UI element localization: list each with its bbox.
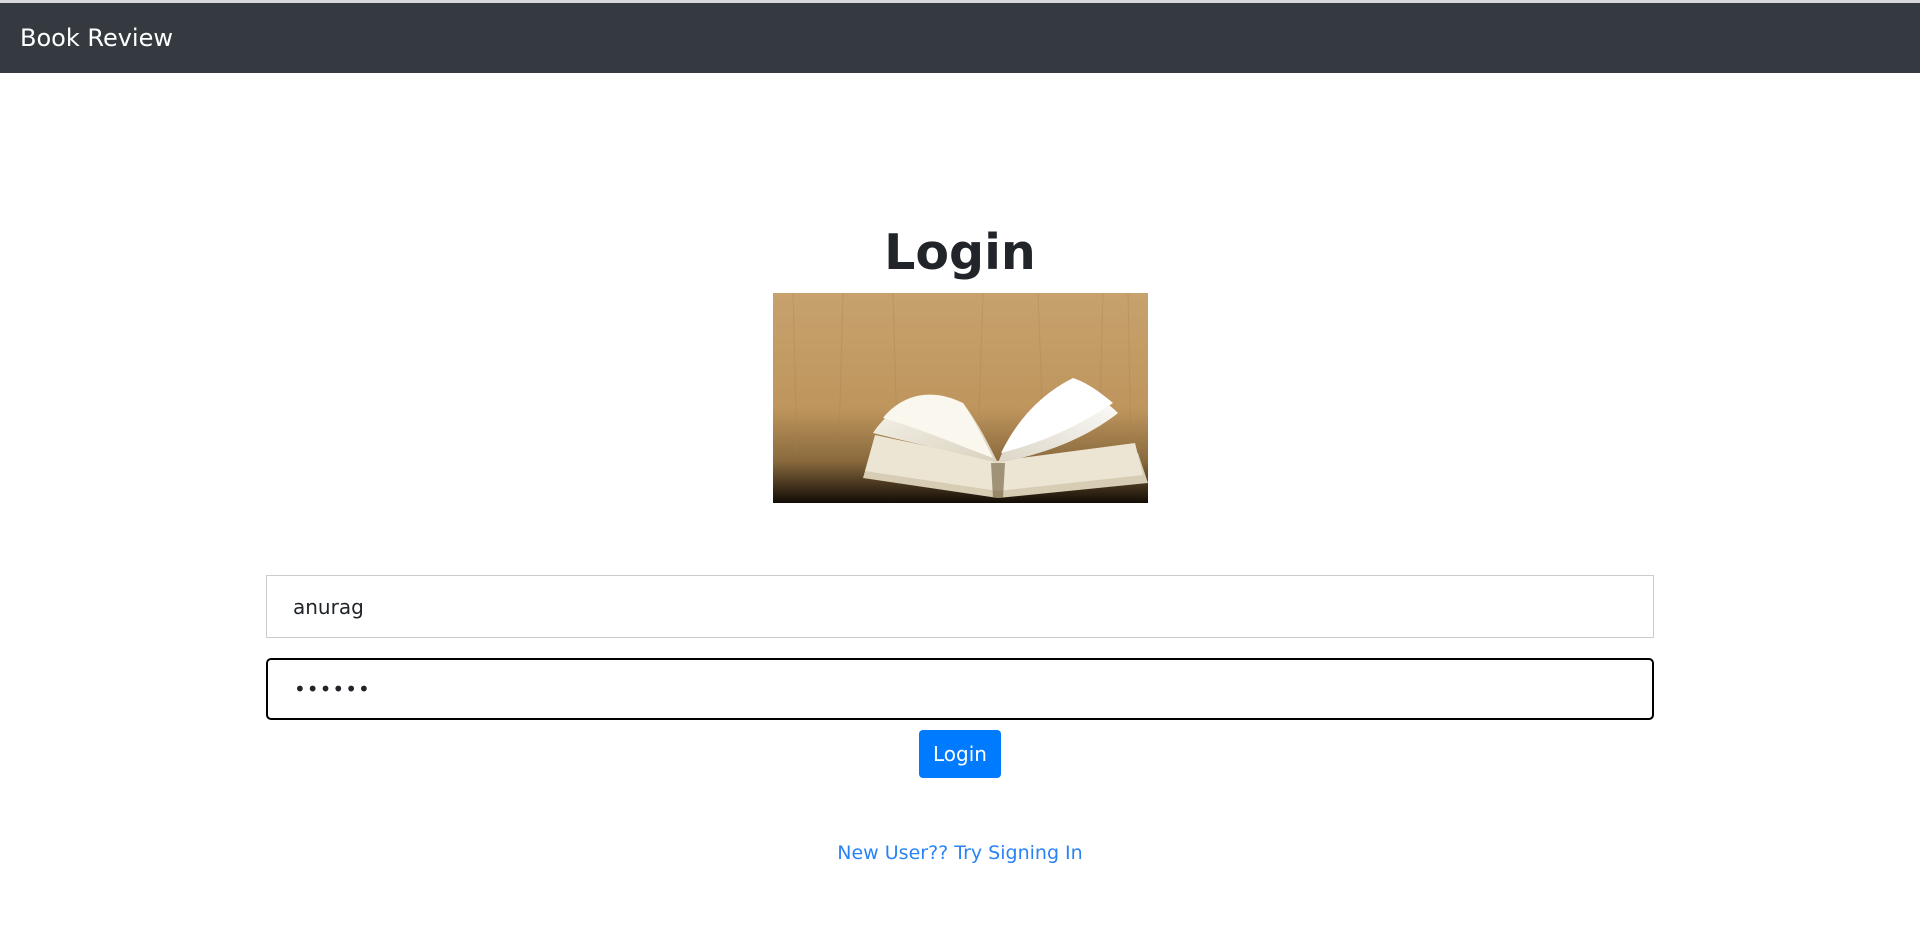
page-title: Login xyxy=(884,224,1036,281)
navbar: Book Review xyxy=(0,3,1920,73)
password-input[interactable] xyxy=(266,658,1654,720)
username-input[interactable] xyxy=(266,575,1654,638)
signup-link[interactable]: New User?? Try Signing In xyxy=(0,842,1920,864)
login-button[interactable]: Login xyxy=(919,730,1001,778)
navbar-brand[interactable]: Book Review xyxy=(20,24,173,52)
open-book-image xyxy=(773,293,1148,503)
